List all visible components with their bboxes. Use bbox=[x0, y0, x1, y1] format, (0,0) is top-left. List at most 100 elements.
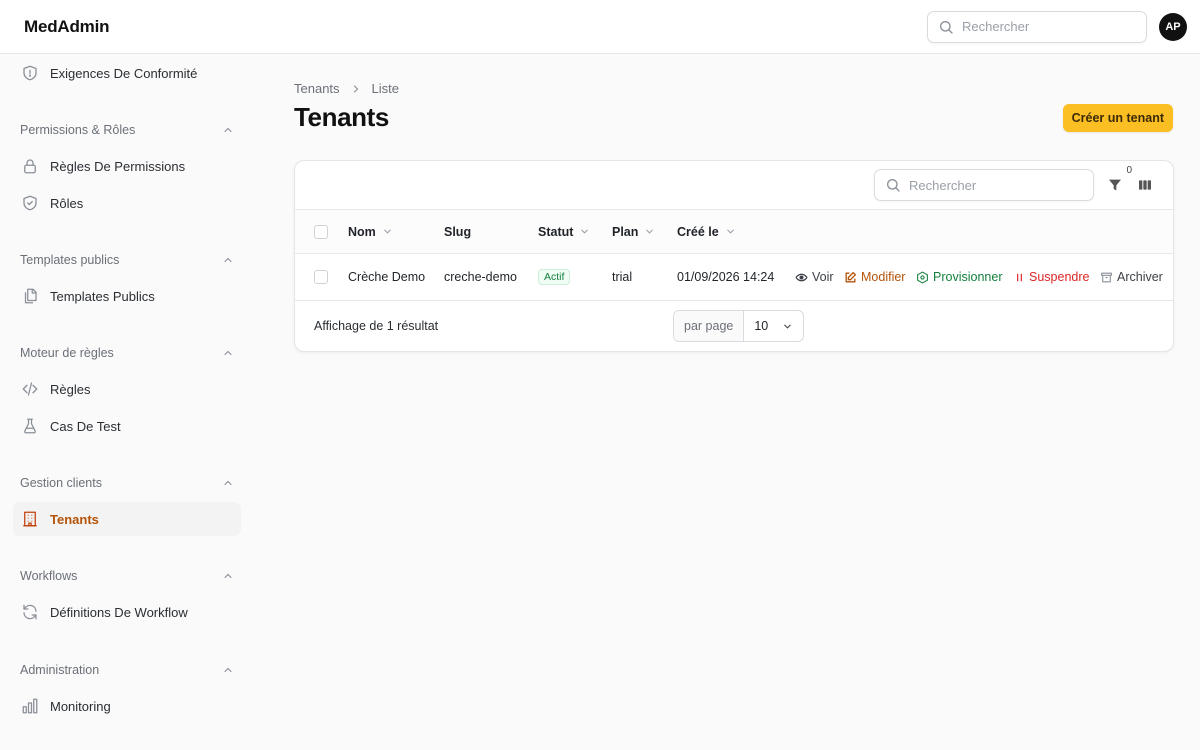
create-tenant-button[interactable]: Créer un tenant bbox=[1062, 104, 1173, 132]
column-header-statut[interactable]: Statut bbox=[538, 225, 590, 239]
column-header-nom[interactable]: Nom bbox=[348, 225, 393, 239]
sidebar-item-cas-de-test[interactable]: Cas De Test bbox=[13, 409, 241, 443]
sidebar-item-definitions-de-workflow[interactable]: Définitions De Workflow bbox=[13, 595, 241, 629]
edit-icon bbox=[845, 271, 857, 282]
sidebar-item-label: Tenants bbox=[50, 511, 99, 527]
breadcrumb-parent[interactable]: Tenants bbox=[294, 81, 340, 96]
table-row[interactable]: Crèche Demo creche-demo Actif trial 01/0… bbox=[295, 254, 1173, 301]
search-icon bbox=[887, 179, 900, 192]
suspend-action[interactable]: Suspendre bbox=[1014, 270, 1089, 284]
cell-slug: creche-demo bbox=[444, 270, 517, 284]
gear-icon bbox=[917, 270, 928, 284]
chevron-down-icon bbox=[646, 229, 654, 234]
per-page-control[interactable]: par page 10 bbox=[673, 310, 805, 342]
status-badge: Actif bbox=[538, 269, 571, 285]
cell-plan: trial bbox=[612, 270, 633, 284]
column-label: Nom bbox=[348, 224, 376, 239]
top-right: AP bbox=[927, 10, 1187, 43]
action-label: Archiver bbox=[1117, 270, 1163, 284]
group-moteur-de-regles[interactable]: Moteur de règles bbox=[20, 343, 234, 363]
user-avatar[interactable]: AP bbox=[1159, 12, 1187, 41]
column-label: Slug bbox=[444, 224, 472, 239]
sidebar-item-roles[interactable]: Rôles bbox=[13, 186, 241, 220]
chevron-up-icon bbox=[224, 350, 232, 356]
row-select-cell bbox=[314, 270, 328, 284]
action-label: Provisionner bbox=[933, 270, 1003, 284]
column-header-plan[interactable]: Plan bbox=[612, 225, 655, 239]
column-label: Créé le bbox=[677, 224, 719, 239]
view-action[interactable]: Voir bbox=[795, 270, 834, 284]
page-title: Tenants bbox=[294, 102, 389, 132]
sidebar-item-templates-publics[interactable]: Templates Publics bbox=[13, 279, 241, 313]
breadcrumb: Tenants Liste bbox=[294, 81, 399, 96]
cell-status: Actif bbox=[538, 269, 571, 285]
filter-button[interactable]: 0 bbox=[1106, 165, 1132, 194]
columns-icon bbox=[1139, 180, 1151, 190]
group-label: Administration bbox=[20, 663, 100, 677]
group-label: Permissions & Rôles bbox=[20, 123, 136, 137]
archive-action[interactable]: Archiver bbox=[1100, 270, 1163, 284]
app-title[interactable]: MedAdmin bbox=[24, 17, 109, 37]
building-icon bbox=[20, 509, 40, 529]
cell-name: Crèche Demo bbox=[348, 270, 426, 284]
sidebar-item-regles[interactable]: Règles bbox=[13, 372, 241, 406]
breadcrumb-current: Liste bbox=[371, 81, 400, 96]
lock-icon bbox=[20, 156, 40, 176]
chevron-down-icon bbox=[581, 229, 589, 234]
column-header-slug[interactable]: Slug bbox=[444, 225, 471, 239]
main-content: Tenants Liste Tenants Créer un tenant 0 bbox=[254, 54, 1200, 750]
documents-icon bbox=[20, 286, 40, 306]
chevron-down-icon bbox=[383, 229, 391, 234]
sidebar: Exigences De Conformité Permissions & Rô… bbox=[0, 54, 254, 750]
sidebar-item-regles-de-permissions[interactable]: Règles De Permissions bbox=[13, 149, 241, 183]
table-search-input[interactable] bbox=[909, 177, 1083, 193]
edit-action[interactable]: Modifier bbox=[844, 270, 905, 284]
sidebar-item-label: Templates Publics bbox=[50, 288, 155, 304]
chevron-right-icon bbox=[353, 84, 358, 93]
sidebar-item-label: Définitions De Workflow bbox=[50, 604, 188, 620]
sidebar-item-tenants[interactable]: Tenants bbox=[13, 502, 241, 536]
pause-icon bbox=[1017, 273, 1022, 281]
eye-icon bbox=[795, 273, 808, 281]
global-search[interactable] bbox=[927, 10, 1147, 43]
group-permissions-roles[interactable]: Permissions & Rôles bbox=[20, 120, 234, 140]
select-all-cell bbox=[314, 224, 328, 239]
group-label: Moteur de règles bbox=[20, 346, 114, 360]
group-gestion-clients[interactable]: Gestion clients bbox=[20, 473, 234, 493]
chevron-up-icon bbox=[224, 573, 232, 579]
table-search[interactable] bbox=[874, 169, 1094, 201]
group-administration[interactable]: Administration bbox=[20, 660, 234, 680]
sidebar-item-exigences-de-conformite[interactable]: Exigences De Conformité bbox=[13, 56, 241, 90]
cell-created: 01/09/2026 14:24 bbox=[677, 270, 775, 284]
per-page-select[interactable]: 10 bbox=[744, 311, 803, 341]
columns-toggle-button[interactable] bbox=[1136, 176, 1154, 194]
sidebar-item-label: Monitoring bbox=[50, 698, 111, 714]
group-label: Templates publics bbox=[20, 253, 120, 267]
tenants-table-card: 0 Nom Slug Statut Plan bbox=[294, 160, 1174, 352]
action-label: Suspendre bbox=[1029, 270, 1090, 284]
column-label: Plan bbox=[612, 224, 639, 239]
shield-check-icon bbox=[20, 193, 40, 213]
result-summary: Affichage de 1 résultat bbox=[314, 319, 439, 333]
group-label: Gestion clients bbox=[20, 476, 102, 490]
chevron-up-icon bbox=[224, 667, 232, 673]
table-footer: Affichage de 1 résultat par page 10 bbox=[295, 301, 1173, 351]
provision-action[interactable]: Provisionner bbox=[916, 270, 1002, 284]
sidebar-item-monitoring[interactable]: Monitoring bbox=[13, 689, 241, 723]
sidebar-item-label: Rôles bbox=[50, 195, 84, 211]
action-label: Voir bbox=[812, 270, 834, 284]
global-search-input[interactable] bbox=[962, 19, 1136, 34]
chevron-up-icon bbox=[224, 127, 232, 133]
archive-icon bbox=[1101, 272, 1112, 282]
column-header-cree-le[interactable]: Créé le bbox=[677, 225, 736, 239]
refresh-icon bbox=[20, 602, 40, 622]
group-workflows[interactable]: Workflows bbox=[20, 566, 234, 586]
filter-count-badge: 0 bbox=[1126, 165, 1132, 176]
chevron-up-icon bbox=[224, 257, 232, 263]
beaker-icon bbox=[20, 416, 40, 436]
shield-alert-icon bbox=[20, 63, 40, 83]
table-header: Nom Slug Statut Plan Créé le bbox=[295, 210, 1173, 254]
group-templates-publics[interactable]: Templates publics bbox=[20, 250, 234, 270]
row-checkbox[interactable] bbox=[314, 270, 328, 284]
select-all-checkbox[interactable] bbox=[314, 224, 328, 239]
